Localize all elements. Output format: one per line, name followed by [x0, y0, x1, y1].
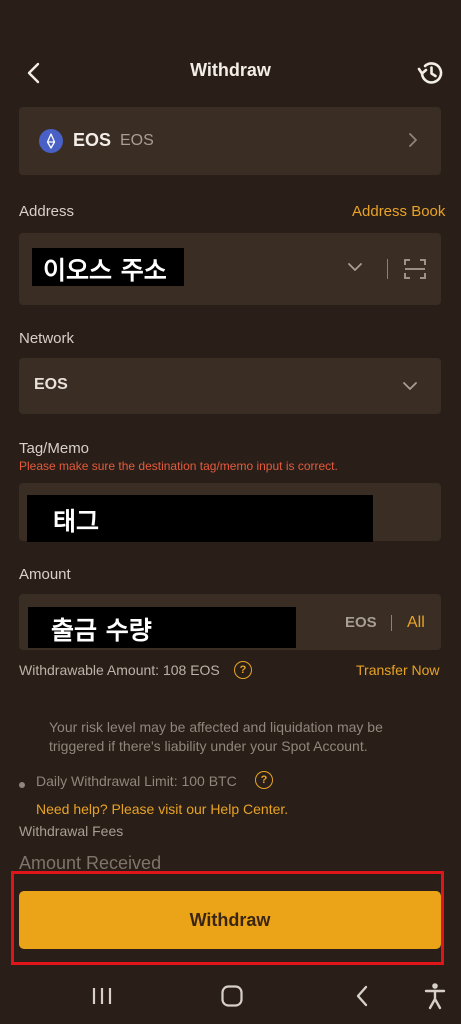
accessibility-icon[interactable] [423, 982, 447, 1010]
withdrawal-fees-label: Withdrawal Fees [19, 823, 124, 839]
withdraw-button[interactable]: Withdraw [19, 891, 441, 949]
tag-value: 태그 [53, 507, 100, 536]
help-icon[interactable]: ? [255, 771, 273, 789]
coin-symbol: EOS [73, 130, 112, 150]
menu-icon[interactable] [90, 985, 114, 1007]
tag-label: Tag/Memo [19, 440, 90, 457]
address-value: 이오스 주소 [43, 256, 167, 285]
tag-warning: Please make sure the destination tag/mem… [19, 459, 338, 473]
back-nav-icon[interactable] [353, 984, 371, 1008]
coin-name: EOS [120, 132, 154, 149]
amount-label: Amount [19, 566, 71, 583]
network-selector[interactable]: EOS [19, 358, 441, 414]
coin-selector[interactable]: EOS EOS [19, 107, 441, 175]
chevron-down-icon [403, 382, 417, 390]
divider [391, 615, 392, 631]
withdrawable-amount: Withdrawable Amount: 108 EOS [19, 662, 220, 678]
page-title: Withdraw [190, 60, 271, 80]
tag-value-redacted: 태그 [27, 495, 373, 542]
help-center-link[interactable]: Need help? Please visit our Help Center. [36, 801, 288, 817]
transfer-now-link[interactable]: Transfer Now [356, 662, 440, 678]
amount-input[interactable]: 출금 수량 EOS All [19, 594, 441, 650]
chevron-down-icon[interactable] [347, 261, 363, 273]
help-icon[interactable]: ? [234, 661, 252, 679]
eos-logo-icon [39, 129, 63, 153]
amount-all-button[interactable]: All [407, 614, 425, 632]
bullet-dot [19, 782, 25, 788]
scan-icon[interactable] [404, 258, 426, 280]
risk-note: Your risk level may be affected and liqu… [49, 719, 383, 754]
address-value-redacted: 이오스 주소 [32, 248, 184, 286]
withdraw-button-label: Withdraw [189, 910, 271, 930]
network-label: Network [19, 330, 75, 347]
home-icon[interactable] [220, 984, 244, 1008]
system-nav-bar [0, 970, 461, 1024]
amount-value-redacted: 출금 수량 [28, 607, 296, 648]
chevron-right-icon [409, 133, 417, 147]
address-input[interactable]: 이오스 주소 [19, 233, 441, 305]
amount-unit: EOS [345, 614, 377, 631]
address-book-link[interactable]: Address Book [352, 203, 445, 220]
amount-value: 출금 수량 [51, 616, 152, 645]
address-label: Address [19, 203, 75, 220]
network-value: EOS [34, 376, 68, 393]
daily-limit: Daily Withdrawal Limit: 100 BTC [36, 773, 237, 789]
divider [387, 259, 388, 279]
tag-input[interactable]: 태그 [19, 483, 441, 542]
history-icon [417, 62, 443, 84]
history-button[interactable] [416, 58, 446, 88]
